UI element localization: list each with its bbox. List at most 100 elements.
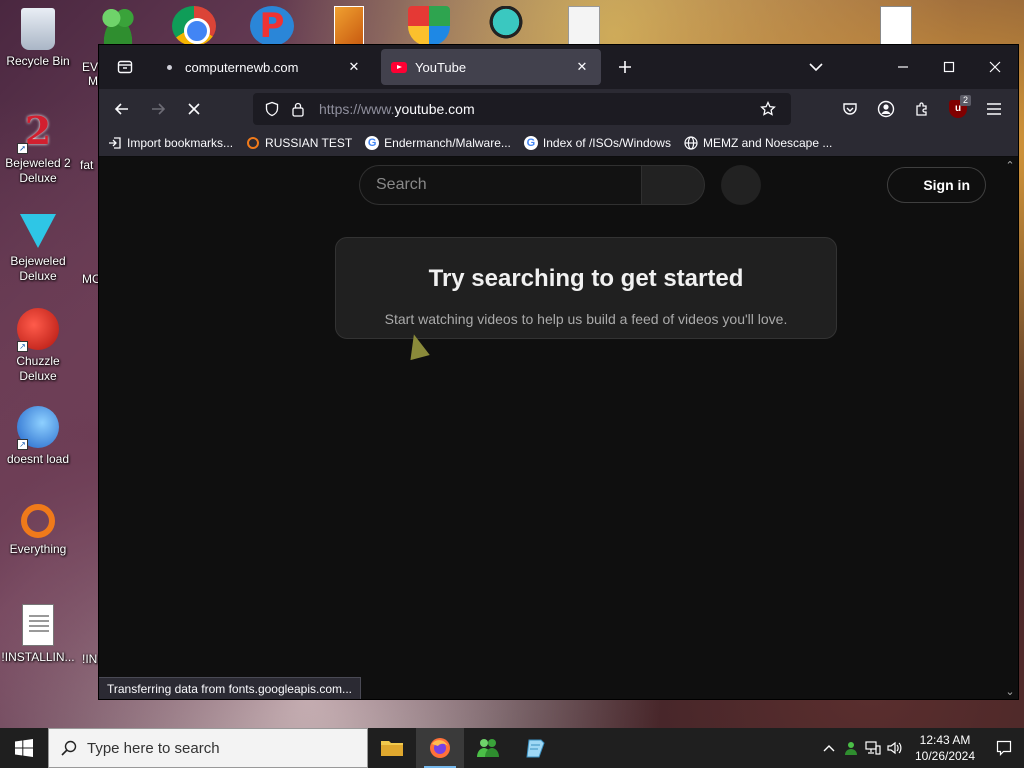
address-bar[interactable]: https://www.youtube.com xyxy=(253,93,791,125)
search-placeholder: Search xyxy=(376,176,427,193)
list-all-tabs-button[interactable] xyxy=(796,51,836,83)
voice-search-button[interactable] xyxy=(721,165,761,205)
firefox-view-button[interactable] xyxy=(107,51,143,83)
desktop-icon-installing[interactable]: !INSTALLIN... xyxy=(0,604,76,665)
status-text: Transferring data from fonts.googleapis.… xyxy=(107,681,353,696)
bookmark-import[interactable]: Import bookmarks... xyxy=(107,135,233,151)
winrar-desktop-icon[interactable] xyxy=(334,6,364,46)
text-file-icon xyxy=(22,604,54,646)
desktop-icon-label: Everything xyxy=(9,542,67,556)
desktop-icon-bejeweled-2[interactable]: 2 ↗ Bejeweled 2 Deluxe xyxy=(0,110,76,186)
app-menu-button[interactable] xyxy=(978,93,1010,125)
bookmark-star-button[interactable] xyxy=(757,98,779,120)
close-tab-button[interactable]: ✕ xyxy=(573,58,591,76)
desktop-icon-bejeweled[interactable]: Bejeweled Deluxe xyxy=(0,208,76,284)
network-icon[interactable] xyxy=(862,728,884,768)
bookmark-label: Index of /ISOs/Windows xyxy=(542,135,671,150)
site-info-button[interactable] xyxy=(287,98,309,120)
pocket-button[interactable] xyxy=(834,93,866,125)
tracking-protection-button[interactable] xyxy=(261,98,283,120)
bookmark-label: Endermanch/Malware... xyxy=(384,135,511,150)
tab-title: computernewb.com xyxy=(185,59,299,75)
action-center-button[interactable] xyxy=(984,728,1024,768)
new-tab-button[interactable] xyxy=(609,51,641,83)
clock-time: 12:43 AM xyxy=(919,733,971,747)
extensions-button[interactable] xyxy=(906,93,938,125)
account-button[interactable] xyxy=(870,93,902,125)
messenger-desktop-icon[interactable] xyxy=(96,6,140,46)
clock-date: 10/26/2024 xyxy=(914,749,976,763)
url-scheme: https://www. xyxy=(319,101,395,117)
scroll-up-arrow-icon[interactable]: ⌃ xyxy=(1004,159,1016,172)
ublock-origin-button[interactable]: u 2 xyxy=(942,93,974,125)
taskbar-file-explorer[interactable] xyxy=(368,728,416,768)
chuzzle-icon: ↗ xyxy=(17,308,59,352)
globe-icon xyxy=(683,135,699,151)
url-host: youtube.com xyxy=(394,101,475,117)
tab-title: YouTube xyxy=(415,59,467,75)
tab-youtube[interactable]: YouTube ✕ xyxy=(381,49,601,85)
youtube-search-input[interactable]: Search xyxy=(359,165,641,205)
desktop-icon-label: Bejeweled 2 Deluxe xyxy=(5,156,71,185)
notepad-icon xyxy=(526,739,545,758)
taskbar-clock[interactable]: 12:43 AM 10/26/2024 xyxy=(906,732,984,764)
bookmark-russian-test[interactable]: RUSSIAN TEST xyxy=(245,135,352,151)
notification-icon xyxy=(996,740,1012,756)
taskbar-search-box[interactable]: Type here to search xyxy=(48,728,368,768)
p-app-desktop-icon[interactable]: P xyxy=(250,6,294,46)
stop-loading-button[interactable] xyxy=(179,94,209,124)
bookmark-label: Import bookmarks... xyxy=(127,135,234,150)
maximize-icon xyxy=(943,61,955,73)
shield-icon xyxy=(265,101,279,117)
star-icon xyxy=(760,101,776,116)
taskbar-notepad[interactable] xyxy=(512,728,560,768)
maximize-button[interactable] xyxy=(926,45,972,89)
bookmark-isos-windows[interactable]: G Index of /ISOs/Windows xyxy=(523,135,671,151)
firefox-view-icon xyxy=(117,60,133,74)
windows-shield-desktop-icon[interactable] xyxy=(408,6,450,46)
taskbar-search-placeholder: Type here to search xyxy=(87,739,220,757)
close-tab-button[interactable]: ✕ xyxy=(345,58,363,76)
game-character-desktop-icon[interactable] xyxy=(484,6,528,46)
firefox-window: computernewb.com ✕ YouTube ✕ https://www… xyxy=(98,44,1019,700)
tray-messenger-icon[interactable] xyxy=(840,728,862,768)
diamond-icon xyxy=(20,214,56,248)
bookmark-endermanch[interactable]: G Endermanch/Malware... xyxy=(364,135,511,151)
close-window-button[interactable] xyxy=(972,45,1018,89)
windows-logo-icon xyxy=(15,739,33,757)
folder-icon xyxy=(381,741,403,756)
scroll-down-arrow-icon[interactable]: ⌄ xyxy=(1004,685,1016,698)
desktop-icon-label: doesnt load xyxy=(6,452,70,466)
navigation-toolbar: https://www.youtube.com u 2 xyxy=(99,89,1018,129)
tab-computernewb[interactable]: computernewb.com ✕ xyxy=(151,49,373,85)
lock-icon xyxy=(292,102,304,117)
taskbar-firefox[interactable] xyxy=(416,728,464,768)
youtube-search-button[interactable] xyxy=(641,165,705,205)
desktop-icon-everything[interactable]: Everything xyxy=(0,504,76,557)
volume-icon[interactable] xyxy=(884,728,906,768)
shortcut-arrow-icon: ↗ xyxy=(17,143,28,154)
search-icon xyxy=(61,740,77,756)
text-document-desktop-icon[interactable] xyxy=(880,6,912,46)
desktop-icon-label: Bejeweled Deluxe xyxy=(10,254,66,283)
account-icon xyxy=(877,100,895,118)
bookmark-memz[interactable]: MEMZ and Noescape ... xyxy=(683,135,832,151)
desktop-icon-doesnt-load[interactable]: ↗ doesnt load xyxy=(0,406,76,467)
people-icon xyxy=(477,739,499,757)
back-button[interactable] xyxy=(107,94,137,124)
tab-bar: computernewb.com ✕ YouTube ✕ xyxy=(99,45,1018,89)
show-hidden-icons-button[interactable] xyxy=(818,728,840,768)
desktop-icon-chuzzle[interactable]: ↗ Chuzzle Deluxe xyxy=(0,308,76,384)
desktop-icon-recycle-bin[interactable]: Recycle Bin xyxy=(0,8,76,69)
minimize-button[interactable] xyxy=(880,45,926,89)
chrome-desktop-icon[interactable] xyxy=(172,6,216,46)
start-button[interactable] xyxy=(0,728,48,768)
taskbar-messenger[interactable] xyxy=(464,728,512,768)
pocket-icon xyxy=(843,103,857,115)
chevron-down-icon xyxy=(809,63,823,72)
plus-icon xyxy=(619,61,631,73)
system-tray: 12:43 AM 10/26/2024 xyxy=(818,728,1024,768)
forward-button[interactable] xyxy=(143,94,173,124)
settings-file-desktop-icon[interactable] xyxy=(568,6,600,46)
sign-in-button[interactable]: Sign in xyxy=(887,167,986,203)
